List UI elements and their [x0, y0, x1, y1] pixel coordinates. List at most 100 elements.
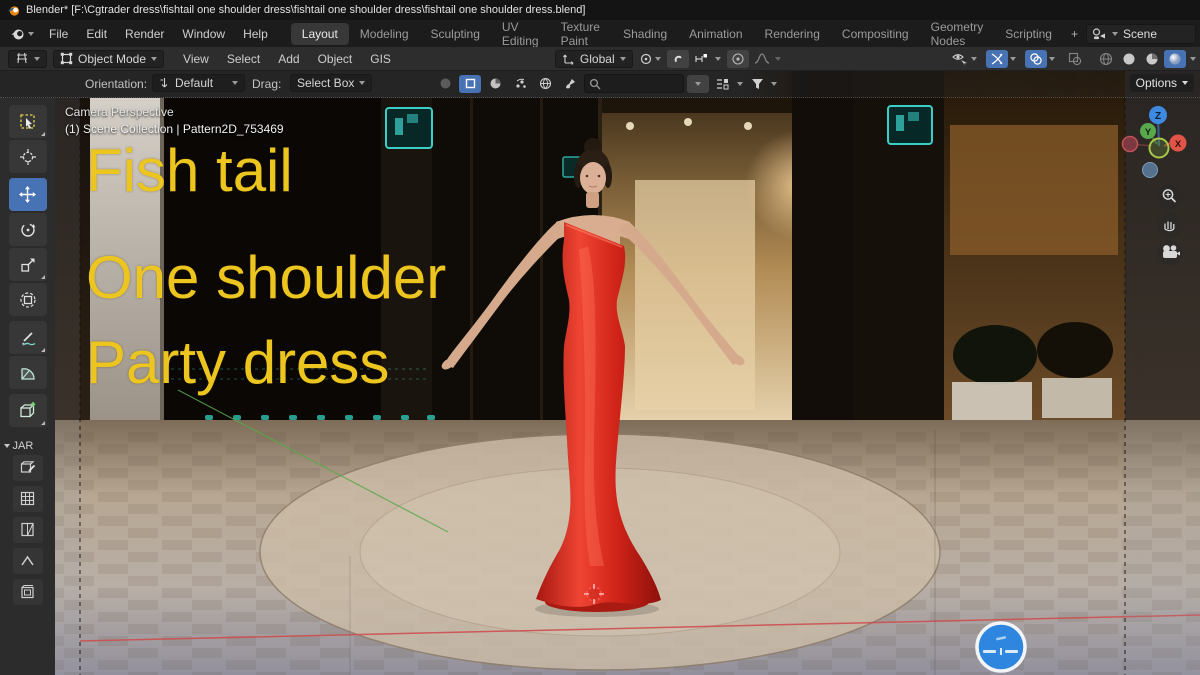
tab-animation[interactable]: Animation	[678, 23, 753, 45]
addon-section-header[interactable]: JAR	[4, 440, 52, 452]
snap-target-selector[interactable]	[691, 50, 713, 68]
roof-icon	[20, 554, 35, 567]
scene-name: Scene	[1123, 27, 1157, 41]
show-overlays-toggle[interactable]	[1025, 50, 1047, 68]
filter-object-button[interactable]	[459, 75, 481, 93]
filter-brush-button[interactable]	[559, 75, 581, 93]
addon-edit-mesh-button[interactable]	[13, 455, 43, 481]
show-gizmo-toggle[interactable]	[986, 50, 1008, 68]
window-title: Blender* [F:\Cgtrader dress\fishtail one…	[26, 4, 585, 16]
solid-icon	[1122, 52, 1136, 66]
scene-selector[interactable]: Scene	[1086, 24, 1196, 44]
tool-add-cube-button[interactable]	[9, 394, 47, 427]
menu-window[interactable]: Window	[173, 23, 234, 45]
menu-render[interactable]: Render	[116, 23, 173, 45]
tool-scale-button[interactable]	[9, 248, 47, 281]
zoom-button[interactable]	[1158, 185, 1183, 210]
chevron-down-icon	[151, 57, 157, 61]
filter-particles-button[interactable]	[509, 75, 531, 93]
menu-file[interactable]: File	[40, 23, 77, 45]
collapse-menu-button[interactable]	[687, 75, 709, 93]
chevron-down-icon	[1112, 32, 1118, 36]
filter-mesh-button[interactable]	[434, 75, 456, 93]
tool-measure-button[interactable]	[9, 356, 47, 389]
watermark-logo	[977, 623, 1025, 671]
pivot-point-selector[interactable]	[639, 52, 661, 66]
tool-cursor-button[interactable]	[9, 140, 47, 173]
tool-move-button[interactable]	[9, 178, 47, 211]
menu-select[interactable]: Select	[218, 49, 269, 69]
menu-object[interactable]: Object	[309, 49, 362, 69]
display-mode-button[interactable]	[712, 75, 734, 93]
addon-grid-button[interactable]	[13, 486, 43, 512]
tool-annotate-button[interactable]	[9, 321, 47, 354]
shading-rendered-button[interactable]	[1164, 50, 1186, 68]
chevron-down-icon	[655, 57, 661, 61]
orientation-global-icon	[562, 52, 575, 65]
filter-button[interactable]	[746, 75, 768, 93]
top-menu-bar: File Edit Render Window Help Layout Mode…	[0, 20, 1200, 47]
menu-help[interactable]: Help	[234, 23, 277, 45]
search-icon	[589, 78, 601, 90]
addon-window-button[interactable]	[13, 579, 43, 605]
scale-icon	[19, 256, 37, 274]
menu-add[interactable]: Add	[269, 49, 308, 69]
shading-material-button[interactable]	[1141, 50, 1163, 68]
orientation-dropdown[interactable]: Default	[152, 74, 245, 92]
tab-compositing[interactable]: Compositing	[831, 23, 920, 45]
drag-dropdown-value: Select Box	[297, 76, 354, 90]
chevron-down-icon	[771, 82, 777, 86]
tab-rendering[interactable]: Rendering	[754, 23, 831, 45]
tab-shading[interactable]: Shading	[612, 23, 678, 45]
tab-modeling[interactable]: Modeling	[349, 23, 420, 45]
tab-scripting[interactable]: Scripting	[994, 23, 1063, 45]
tool-select-box-button[interactable]	[9, 105, 47, 138]
addon-roof-button[interactable]	[13, 548, 43, 574]
filter-world-button[interactable]	[534, 75, 556, 93]
options-label: Options	[1136, 76, 1177, 90]
snap-increment-icon	[694, 52, 709, 65]
storefront-sign	[888, 106, 932, 144]
editor-type-button[interactable]	[8, 50, 47, 68]
mode-selector[interactable]: Object Mode	[53, 50, 164, 68]
options-dropdown[interactable]: Options	[1130, 74, 1194, 92]
proportional-editing-toggle[interactable]	[727, 50, 749, 68]
xray-toggle[interactable]	[1064, 50, 1086, 68]
proportional-falloff-selector[interactable]	[751, 50, 773, 68]
editor-3d-viewport-icon	[15, 52, 29, 65]
search-input[interactable]	[584, 74, 684, 93]
tool-rotate-button[interactable]	[9, 213, 47, 246]
chevron-down-icon	[620, 57, 626, 61]
pan-button[interactable]	[1158, 213, 1183, 238]
shading-solid-button[interactable]	[1118, 50, 1140, 68]
tab-layout[interactable]: Layout	[291, 23, 349, 45]
app-menu-button[interactable]	[0, 25, 40, 43]
xray-icon	[1068, 52, 1082, 66]
chevron-down-icon	[34, 57, 40, 61]
window-cube-icon	[20, 584, 35, 599]
chevron-down-icon	[1049, 57, 1055, 61]
scene-icon	[1092, 27, 1107, 40]
funnel-icon	[751, 78, 764, 90]
3d-viewport[interactable]: Orientation: Default Drag: Select Box	[0, 71, 1200, 675]
add-workspace-button[interactable]: +	[1063, 23, 1086, 45]
menu-edit[interactable]: Edit	[77, 23, 116, 45]
filter-material-button[interactable]	[484, 75, 506, 93]
drag-dropdown[interactable]: Select Box	[290, 74, 372, 92]
select-box-icon	[19, 113, 37, 131]
caption-line-2: One shoulder	[86, 243, 446, 312]
orientation-value: Global	[580, 52, 615, 66]
addon-plane-button[interactable]	[13, 517, 43, 543]
shading-wireframe-button[interactable]	[1095, 50, 1117, 68]
menu-view[interactable]: View	[174, 49, 218, 69]
proportional-editing-icon	[731, 52, 745, 66]
tool-transform-button[interactable]	[9, 283, 47, 316]
snap-toggle[interactable]	[667, 50, 689, 68]
camera-view-button[interactable]	[1158, 241, 1183, 266]
show-object-types-selector[interactable]	[952, 52, 977, 66]
transform-orientation-selector[interactable]: Global	[555, 50, 633, 68]
tab-sculpting[interactable]: Sculpting	[420, 23, 491, 45]
chevron-down-icon	[1190, 57, 1196, 61]
menu-gis[interactable]: GIS	[361, 49, 400, 69]
navigation-gizmo[interactable]: Z Y X	[1123, 106, 1187, 178]
